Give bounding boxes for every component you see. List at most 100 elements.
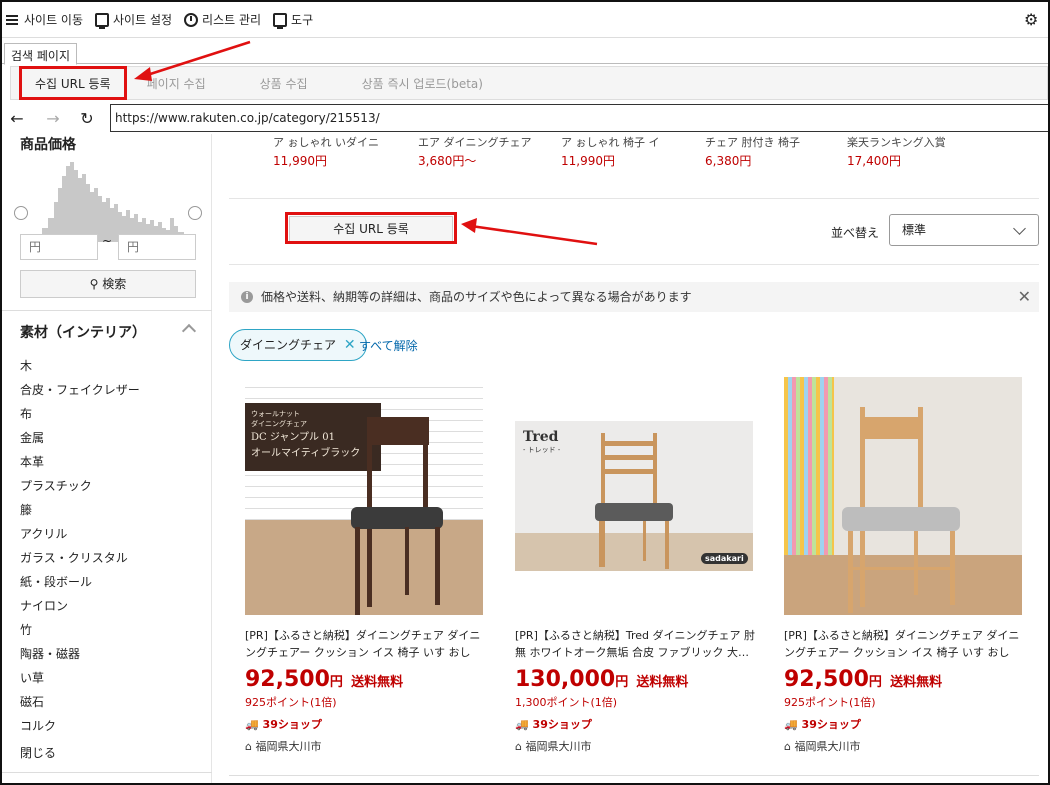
clock-icon xyxy=(184,12,199,27)
clear-all-link[interactable]: すべて解除 xyxy=(359,337,418,354)
menubar: 사이트 이동 사이트 설정 리스트 관리 도구 ⚙ xyxy=(2,2,1048,38)
product-price: 92,500円 送料無料 xyxy=(245,667,485,692)
menu-site-settings[interactable]: 사이트 설정 xyxy=(95,11,173,29)
reload-icon[interactable]: ↻ xyxy=(72,109,102,128)
top-product-card[interactable]: ア ぉしゃれ いダイニ 11,990円 xyxy=(273,134,413,169)
material-item[interactable]: 金属 xyxy=(20,426,140,450)
price-min-handle[interactable] xyxy=(14,206,28,220)
price-max-handle[interactable] xyxy=(188,206,202,220)
forward-arrow-icon[interactable]: → xyxy=(38,109,68,128)
shop-badge: 🚚 39ショップ xyxy=(245,716,485,732)
product-location: ⌂ 福岡県大川市 xyxy=(784,738,1024,754)
product-image[interactable]: Tred - トレッド - sadakari xyxy=(515,377,753,615)
menu-label: 도구 xyxy=(291,13,314,27)
product-location: ⌂ 福岡県大川市 xyxy=(245,738,485,754)
price-unit: 円 xyxy=(615,675,629,690)
top-product-card[interactable]: 楽天ランキング入賞 17,400円 xyxy=(847,134,987,169)
price-unit: 円 xyxy=(868,675,882,690)
product-card[interactable]: Tred - トレッド - sadakari [PR]【ふるさと納税】Tred … xyxy=(515,377,755,754)
material-item[interactable]: コルク xyxy=(20,714,140,738)
product-points: 925ポイント(1倍) xyxy=(245,696,337,709)
menu-tools[interactable]: 도구 xyxy=(273,11,314,29)
tab-search-page[interactable]: 검색 페이지 xyxy=(4,43,78,65)
product-price: 130,000円 送料無料 xyxy=(515,667,755,692)
material-item[interactable]: 紙・段ボール xyxy=(20,570,140,594)
instant-upload-button[interactable]: 상품 즉시 업로드(beta) xyxy=(348,75,497,92)
price-search-button[interactable]: ⚲ 検索 xyxy=(20,270,196,298)
material-item[interactable]: い草 xyxy=(20,666,140,690)
shop-label: 39ショップ xyxy=(262,718,322,731)
product-image[interactable] xyxy=(784,377,1022,615)
top-product-name: ア ぉしゃれ いダイニ xyxy=(273,136,379,148)
maker-badge: sadakari xyxy=(701,553,748,564)
product-collect-button[interactable]: 상품 수집 xyxy=(246,75,322,92)
search-icon: ⚲ xyxy=(89,277,99,291)
material-item[interactable]: 陶器・磁器 xyxy=(20,642,140,666)
close-filter-link[interactable]: 閉じる xyxy=(20,744,56,761)
chevron-down-icon xyxy=(1013,222,1026,235)
gear-icon[interactable]: ⚙ xyxy=(1024,12,1040,28)
product-points: 1,300ポイント(1倍) xyxy=(515,696,618,709)
material-item[interactable]: アクリル xyxy=(20,522,140,546)
store-icon: ⌂ xyxy=(515,740,522,753)
material-item[interactable]: 本革 xyxy=(20,450,140,474)
product-name[interactable]: [PR]【ふるさと納税】Tred ダイニングチェア 肘無 ホワイトオーク無垢 合… xyxy=(515,627,755,661)
price-max-input[interactable] xyxy=(118,234,196,260)
menu-site-move[interactable]: 사이트 이동 xyxy=(6,11,83,28)
url-input[interactable]: https://www.rakuten.co.jp/category/21551… xyxy=(110,104,1048,132)
close-icon[interactable]: ✕ xyxy=(344,337,356,353)
product-name[interactable]: [PR]【ふるさと納税】ダイニングチェア ダイニングチェアー クッション イス … xyxy=(784,627,1024,661)
top-product-card[interactable]: ア ぉしゃれ 椅子 イ 11,990円 xyxy=(561,134,701,169)
divider xyxy=(2,772,212,773)
material-item[interactable]: 磁石 xyxy=(20,690,140,714)
menu-label: 사이트 설정 xyxy=(113,13,173,27)
sort-label: 並べ替え xyxy=(831,226,880,240)
overlay-text: - トレッド - xyxy=(523,446,561,454)
overlay-text: Tred xyxy=(523,429,559,445)
material-filter-title: 素材（インテリア） xyxy=(20,325,146,341)
chair-illustration xyxy=(351,417,443,615)
material-item[interactable]: ガラス・クリスタル xyxy=(20,546,140,570)
product-name[interactable]: [PR]【ふるさと納税】ダイニングチェア ダイニングチェアー クッション イス … xyxy=(245,627,485,661)
top-product-card[interactable]: エア ダイニングチェア 3,680円〜 xyxy=(418,134,558,169)
menu-list-manage[interactable]: 리스트 관리 xyxy=(184,11,261,28)
material-list: 木 合皮・フェイクレザー 布 金属 本革 プラスチック 籐 アクリル ガラス・ク… xyxy=(20,354,140,738)
material-item[interactable]: 布 xyxy=(20,402,140,426)
notice-banner: i 価格や送料、納期等の詳細は、商品のサイズや色によって異なる場合があります ✕ xyxy=(229,282,1039,312)
location-label: 福岡県大川市 xyxy=(525,740,592,753)
back-arrow-icon[interactable]: ← xyxy=(2,109,32,128)
shipping-free-label: 送料無料 xyxy=(636,675,689,690)
close-icon[interactable]: ✕ xyxy=(1018,282,1031,312)
material-item[interactable]: プラスチック xyxy=(20,474,140,498)
address-bar: ← → ↻ https://www.rakuten.co.jp/category… xyxy=(2,102,1048,134)
top-product-name: チェア 肘付き 椅子 xyxy=(705,136,800,148)
material-item[interactable]: 木 xyxy=(20,354,140,378)
filter-chip[interactable]: ダイニングチェア ✕ xyxy=(229,329,367,361)
info-icon: i xyxy=(241,291,253,303)
product-card[interactable]: [PR]【ふるさと納税】ダイニングチェア ダイニングチェアー クッション イス … xyxy=(784,377,1024,754)
price-filter-title: 商品価格 xyxy=(20,137,76,153)
shipping-free-label: 送料無料 xyxy=(890,675,943,690)
divider xyxy=(2,310,212,311)
chevron-up-icon[interactable] xyxy=(181,323,197,339)
truck-icon: 🚚 xyxy=(245,718,259,731)
material-item[interactable]: 籐 xyxy=(20,498,140,522)
price-min-input[interactable] xyxy=(20,234,98,260)
product-location: ⌂ 福岡県大川市 xyxy=(515,738,755,754)
material-item[interactable]: 竹 xyxy=(20,618,140,642)
material-item[interactable]: 合皮・フェイクレザー xyxy=(20,378,140,402)
sort-select[interactable]: 標準 xyxy=(889,214,1039,246)
divider xyxy=(229,775,1039,776)
shipping-free-label: 送料無料 xyxy=(351,675,404,690)
price-histogram xyxy=(28,162,196,242)
top-product-price: 3,680円〜 xyxy=(418,154,477,168)
price-range-tilde: ~ xyxy=(102,234,113,248)
top-product-name: 楽天ランキング入賞 xyxy=(847,136,946,148)
search-button-label: 検索 xyxy=(102,277,127,291)
top-product-card[interactable]: チェア 肘付き 椅子 6,380円 xyxy=(705,134,845,169)
product-card[interactable]: ウォールナット ダイニングチェア DC ジャンプル 01 オールマイティブラック… xyxy=(245,377,485,754)
product-image[interactable]: ウォールナット ダイニングチェア DC ジャンプル 01 オールマイティブラック xyxy=(245,377,483,615)
material-item[interactable]: ナイロン xyxy=(20,594,140,618)
monitor-icon xyxy=(95,13,110,29)
shop-badge: 🚚 39ショップ xyxy=(515,716,755,732)
